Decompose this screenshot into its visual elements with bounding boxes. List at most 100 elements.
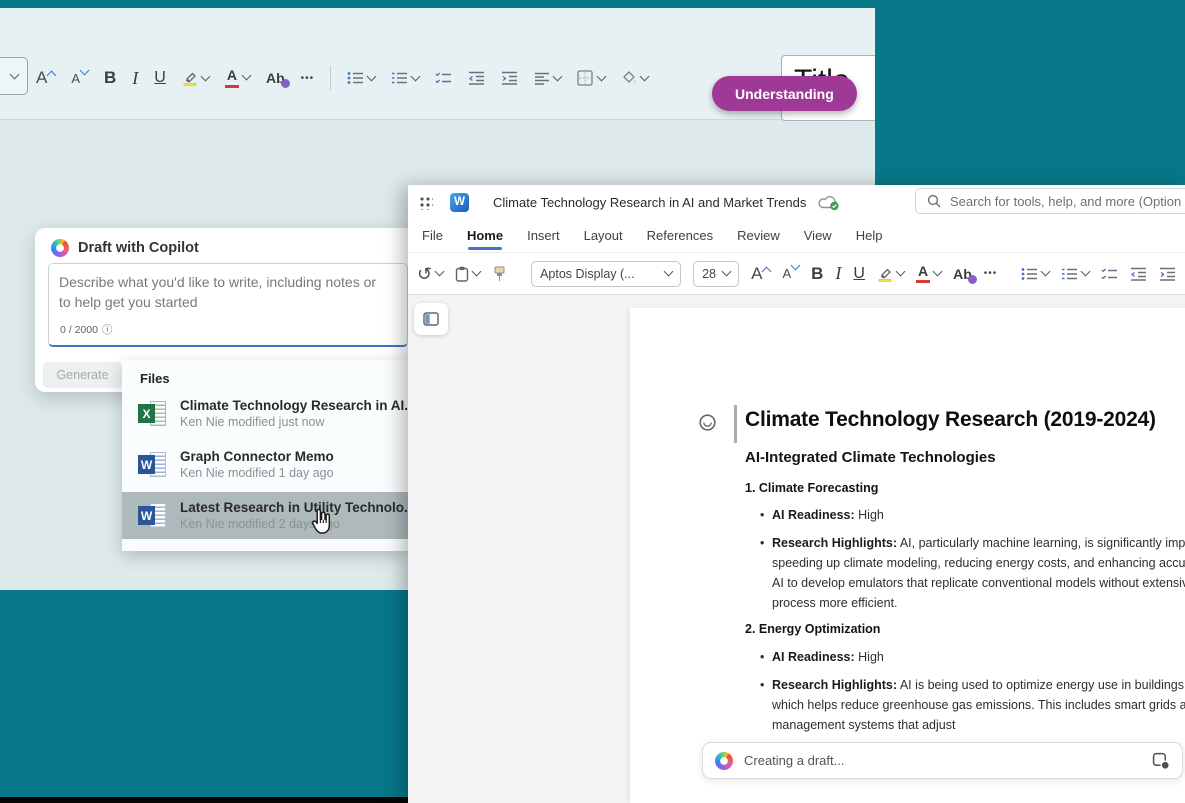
copilot-logo-icon (715, 752, 733, 770)
underline-icon: U (853, 265, 865, 283)
format-painter-icon (492, 266, 507, 282)
caret-up-icon (762, 266, 772, 276)
outdent-button[interactable] (468, 71, 485, 85)
shrink-font-icon: A (71, 71, 80, 86)
bold-button[interactable]: B (811, 264, 823, 284)
font-size-value: 28 (702, 267, 716, 281)
tab-review[interactable]: Review (737, 228, 780, 243)
chevron-down-icon (435, 267, 445, 277)
italic-button[interactable]: I (835, 263, 841, 284)
doc-text-line: which helps reduce greenhouse gas emissi… (772, 698, 1185, 712)
chevron-down-icon (664, 267, 674, 277)
bold-button[interactable]: B (104, 68, 116, 88)
doc-text-line: AI to develop emulators that replicate c… (772, 576, 1185, 590)
chevron-down-icon (1081, 267, 1091, 277)
clear-format-icon: Ab (266, 70, 285, 86)
doc-bullet: •AI Readiness: High (760, 650, 884, 664)
numbered-list-button[interactable] (391, 71, 419, 85)
search-input[interactable]: Search for tools, help, and more (Option (915, 188, 1185, 214)
menu-bar: File Home Insert Layout References Revie… (408, 219, 1185, 252)
undo-icon: ↺ (417, 265, 432, 283)
document-title[interactable]: Climate Technology Research in AI and Ma… (493, 195, 806, 210)
clear-format-button[interactable]: Ab (953, 266, 972, 282)
shrink-font-button[interactable]: A (782, 266, 799, 281)
caret-down-icon (791, 261, 801, 271)
italic-button[interactable]: I (132, 68, 138, 89)
copilot-prompt-input[interactable]: Describe what you'd like to write, inclu… (48, 263, 408, 347)
indent-button[interactable] (1159, 267, 1176, 281)
undo-button[interactable]: ↺ (417, 265, 443, 283)
file-item-climate-research[interactable]: X Climate Technology Research in AI... K… (122, 390, 408, 437)
highlight-button[interactable] (182, 70, 209, 86)
tab-file[interactable]: File (422, 228, 443, 243)
file-item-latest-research-utility[interactable]: W Latest Research in Utility Technolo...… (122, 492, 408, 539)
hand-cursor (308, 506, 336, 538)
font-color-button[interactable]: A (916, 264, 941, 283)
excel-file-icon: X (138, 400, 166, 427)
font-color-button[interactable]: A (225, 68, 250, 87)
word-app-icon: W (450, 193, 469, 212)
more-icon: ••• (301, 73, 315, 84)
ribbon-toolbar: ↺ Aptos Display (... 28 A A B I U A Ab •… (408, 252, 1185, 295)
chevron-down-icon (1041, 267, 1051, 277)
doc-section-1-heading: 1. Climate Forecasting (745, 481, 878, 495)
chevron-down-icon (553, 71, 563, 81)
numbered-list-button[interactable] (1061, 267, 1089, 281)
highlight-button[interactable] (877, 266, 904, 282)
file-name: Latest Research in Utility Technolo... (180, 500, 415, 515)
cloud-saved-icon[interactable] (818, 194, 841, 211)
more-formatting-button[interactable]: ••• (301, 73, 315, 84)
grow-font-button[interactable]: A (751, 264, 770, 284)
copilot-outline-icon[interactable] (698, 413, 717, 432)
highlight-icon (182, 70, 198, 86)
tab-references[interactable]: References (647, 228, 713, 243)
table-button[interactable] (577, 70, 605, 86)
chevron-down-icon (200, 71, 210, 81)
app-launcher-icon[interactable] (418, 195, 433, 210)
outdent-button[interactable] (1130, 267, 1147, 281)
tab-view[interactable]: View (804, 228, 832, 243)
info-icon: ⓘ (102, 320, 113, 340)
tab-insert[interactable]: Insert (527, 228, 560, 243)
bullet-list-button[interactable] (1021, 267, 1049, 281)
tab-layout[interactable]: Layout (584, 228, 623, 243)
italic-icon: I (132, 68, 138, 89)
stop-icon[interactable] (1152, 752, 1170, 770)
font-name-combo[interactable]: Aptos Display (... (531, 261, 681, 287)
shading-button[interactable] (621, 70, 648, 86)
char-count: 0 / 2000 (60, 320, 98, 340)
underline-button[interactable]: U (154, 69, 166, 87)
more-formatting-button[interactable]: ••• (984, 268, 998, 279)
screen-edge-strip (0, 797, 408, 803)
italic-icon: I (835, 263, 841, 284)
navigation-pane-button[interactable] (414, 303, 448, 335)
outdent-icon (468, 71, 485, 85)
chevron-down-icon (411, 71, 421, 81)
file-item-graph-connector-memo[interactable]: W Graph Connector Memo Ken Nie modified … (122, 441, 408, 488)
bullet-list-button[interactable] (347, 71, 375, 85)
grow-font-button[interactable]: A (36, 68, 55, 88)
doc-section-2-heading: 2. Energy Optimization (745, 622, 880, 636)
shrink-font-button[interactable]: A (71, 71, 88, 86)
chevron-down-icon (242, 71, 252, 81)
tab-help[interactable]: Help (856, 228, 883, 243)
checklist-button[interactable] (435, 71, 452, 85)
tab-home[interactable]: Home (467, 228, 503, 243)
font-color-icon: A (225, 68, 239, 87)
grow-font-icon: A (36, 68, 47, 88)
doc-bullet: •AI Readiness: High (760, 508, 884, 522)
checklist-button[interactable] (1101, 267, 1118, 281)
format-painter-button[interactable] (492, 266, 507, 282)
files-panel-header: Files (122, 360, 408, 386)
font-size-combo[interactable]: 28 (693, 261, 739, 287)
font-size-combo-partial[interactable] (0, 57, 28, 95)
clear-format-button[interactable]: Ab (266, 70, 285, 86)
indent-button[interactable] (501, 71, 518, 85)
document-page[interactable]: Climate Technology Research (2019-2024) … (630, 308, 1185, 803)
paste-button[interactable] (455, 266, 480, 282)
alignment-button[interactable] (534, 72, 561, 85)
underline-icon: U (154, 69, 166, 87)
file-meta: Ken Nie modified just now (180, 415, 416, 429)
generate-button[interactable]: Generate (43, 362, 122, 388)
underline-button[interactable]: U (853, 265, 865, 283)
